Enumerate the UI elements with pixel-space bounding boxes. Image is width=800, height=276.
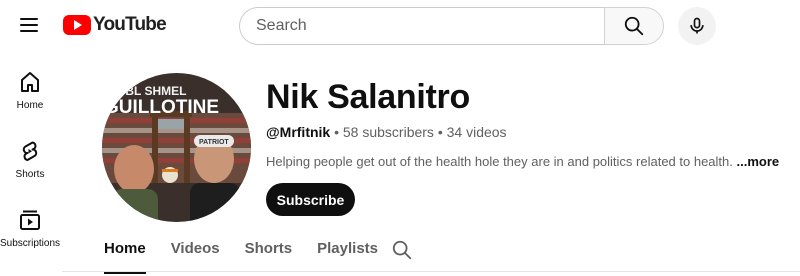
microphone-icon (690, 17, 704, 34)
meta-separator: • (437, 124, 443, 140)
search-icon (392, 240, 412, 260)
subscribe-button[interactable]: Subscribe (266, 183, 355, 216)
sidebar-item-home[interactable]: Home (0, 70, 60, 111)
youtube-play-icon (63, 15, 91, 35)
home-icon (21, 72, 39, 92)
channel-name: Nik Salanitro (266, 78, 470, 116)
meta-separator: • (334, 124, 339, 140)
channel-tabs: Home Videos Shorts Playlists (104, 236, 403, 274)
channel-avatar[interactable]: PATRIOT ABBL SHMEL GUILLOTINE (102, 73, 251, 222)
sidebar-item-label: Shorts (15, 169, 45, 180)
video-count: 34 videos (446, 124, 507, 140)
tab-shorts[interactable]: Shorts (245, 240, 293, 268)
search-button[interactable] (604, 7, 664, 45)
avatar-cap-text: PATRIOT (199, 139, 229, 146)
sidebar-item-subscriptions[interactable]: Subscriptions (0, 208, 60, 249)
masthead: YouTube (0, 0, 800, 52)
tab-playlists[interactable]: Playlists (317, 240, 378, 268)
channel-meta: @Mrfitnik • 58 subscribers • 34 videos (266, 124, 507, 140)
tab-home[interactable]: Home (104, 240, 146, 274)
avatar-image: PATRIOT ABBL SHMEL GUILLOTINE (102, 73, 251, 222)
shorts-icon (22, 141, 38, 161)
subscriptions-icon (20, 210, 40, 230)
search-input[interactable] (239, 7, 604, 45)
search-icon (624, 16, 644, 36)
youtube-logo[interactable]: YouTube (63, 14, 167, 36)
sidebar-item-label: Subscriptions (0, 238, 61, 249)
voice-search-button[interactable] (678, 7, 716, 45)
more-link[interactable]: ...more (737, 154, 780, 169)
tabs-divider (62, 271, 800, 272)
menu-icon[interactable] (16, 14, 42, 38)
avatar-title-main: GUILLOTINE (104, 97, 219, 118)
search-bar (239, 7, 664, 45)
channel-search-button[interactable] (391, 239, 413, 266)
logo-text: YouTube (93, 14, 167, 35)
description-text: Helping people get out of the health hol… (266, 154, 733, 169)
channel-handle: @Mrfitnik (266, 124, 331, 140)
tab-videos[interactable]: Videos (171, 240, 220, 268)
sidebar-item-label: Home (16, 100, 44, 111)
channel-description[interactable]: Helping people get out of the health hol… (266, 154, 779, 169)
avatar-title-small: ABBL SHMEL (108, 84, 186, 98)
subscriber-count: 58 subscribers (342, 124, 434, 140)
sidebar-item-shorts[interactable]: Shorts (0, 139, 60, 180)
